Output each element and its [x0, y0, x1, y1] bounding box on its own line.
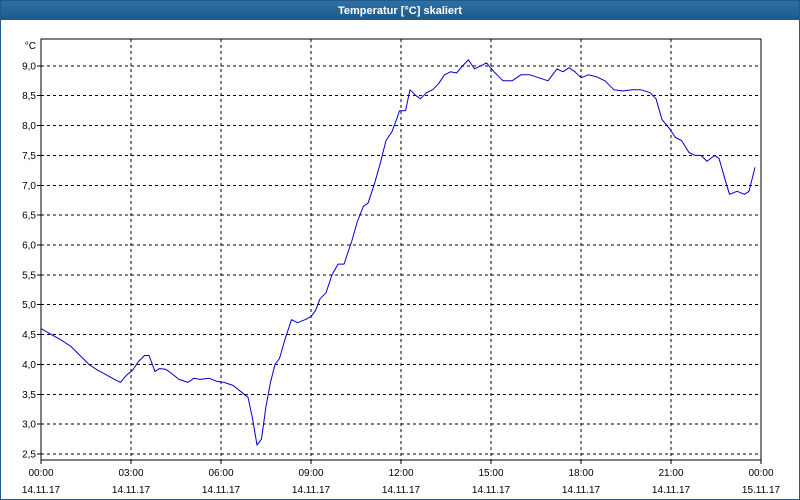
window-title: Temperatur [°C] skaliert: [1, 1, 799, 20]
series-layer: [40, 59, 756, 446]
y-tick-label: 8,0: [22, 121, 36, 132]
y-tick-label: 5,0: [22, 300, 36, 311]
y-tick-label: 4,5: [22, 330, 36, 341]
y-tick-label: 5,5: [22, 270, 36, 281]
x-tick-time-label: 00:00: [748, 468, 773, 479]
x-tick-date-label: 15.11.17: [742, 485, 781, 496]
x-tick-date-label: 14.11.17: [22, 485, 61, 496]
x-tick-date-label: 14.11.17: [562, 485, 601, 496]
y-tick-label: 6,5: [22, 211, 36, 222]
x-tick-date-label: 14.11.17: [292, 485, 331, 496]
y-tick-label: 3,5: [22, 390, 36, 401]
x-tick-time-label: 06:00: [208, 468, 233, 479]
y-tick-label: 9,0: [22, 61, 36, 72]
y-tick-label: 2,5: [22, 450, 36, 461]
x-tick-time-label: 00:00: [28, 468, 53, 479]
y-tick-label: 8,5: [22, 91, 36, 102]
temperature-series-line: [40, 59, 756, 446]
x-tick-time-label: 09:00: [298, 468, 323, 479]
y-tick-label: 7,0: [22, 181, 36, 192]
temperature-chart: 9,0 8,5 8,0 7,5 7,0 6,5 6,0 5,5 5,0 4,5 4,0 3,5 3,0 2…: [22, 38, 781, 496]
x-tick-date-label: 14.11.17: [382, 485, 421, 496]
y-tick-label: 7,5: [22, 151, 36, 162]
y-tick-label: 4,0: [22, 360, 36, 371]
y-tick-label: 3,0: [22, 420, 36, 431]
y-tick-label: 6,0: [22, 241, 36, 252]
y-axis-unit-label: °C: [25, 41, 36, 52]
x-tick-date-label: 14.11.17: [202, 485, 241, 496]
x-tick-time-label: 18:00: [568, 468, 593, 479]
x-tick-time-label: 12:00: [388, 468, 413, 479]
axes: [37, 38, 762, 464]
x-tick-date-label: 14.11.17: [472, 485, 511, 496]
x-tick-date-label: 14.11.17: [652, 485, 691, 496]
x-tick-time-label: 15:00: [478, 468, 503, 479]
x-tick-time-label: 03:00: [118, 468, 143, 479]
grid: [41, 39, 761, 460]
x-tick-date-label: 14.11.17: [112, 485, 151, 496]
chart-window: Temperatur [°C] skaliert 9,0 8,5 8,0 7,5 7,0…: [0, 0, 800, 500]
x-tick-time-label: 21:00: [658, 468, 683, 479]
